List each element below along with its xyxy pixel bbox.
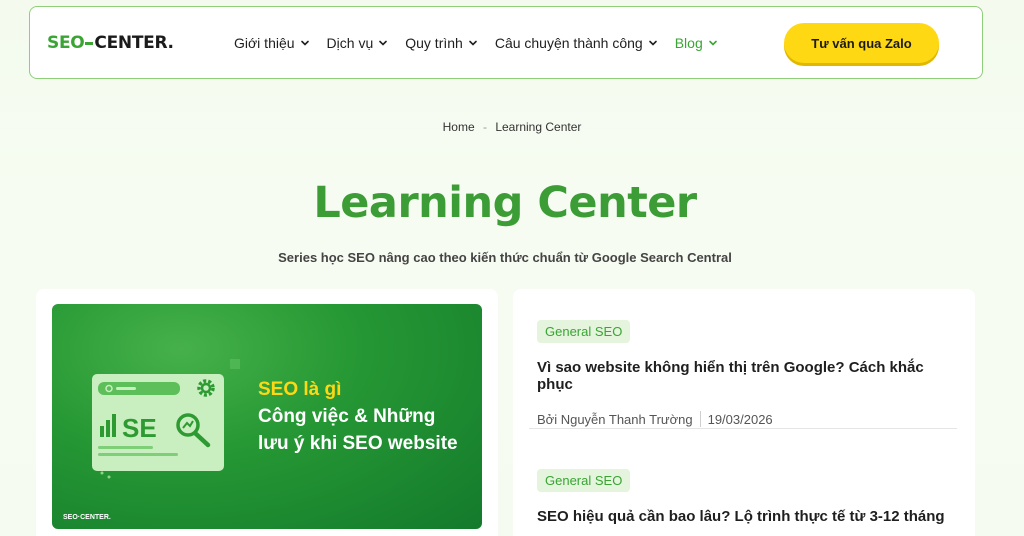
post-title[interactable]: Vì sao website không hiển thị trên Googl…: [537, 359, 957, 393]
nav-label: Câu chuyện thành công: [494, 35, 643, 51]
breadcrumb-home[interactable]: Home: [443, 120, 475, 134]
chevron-down-icon: [469, 40, 477, 46]
breadcrumb-current: Learning Center: [495, 120, 582, 134]
list-item[interactable]: General SEO Vì sao website không hiển th…: [537, 320, 957, 427]
banner-text: lưu ý khi SEO website: [258, 433, 458, 454]
list-item[interactable]: General SEO SEO hiệu quả cần bao lâu? Lộ…: [537, 469, 957, 525]
nav-item-gioi-thieu[interactable]: Giới thiệu: [234, 35, 310, 51]
site-logo[interactable]: SEO CENTER.: [47, 33, 174, 53]
nav-label: Blog: [674, 35, 703, 51]
logo-part-seo: SEO: [47, 33, 85, 53]
page-subtitle: Series học SEO nâng cao theo kiến thức c…: [278, 250, 732, 265]
site-header: SEO CENTER. Giới thiệu Dịch vụ Quy trình…: [29, 6, 983, 79]
post-date: 19/03/2026: [707, 411, 773, 427]
page-title: Learning Center: [313, 178, 697, 228]
post-list-card: General SEO Vì sao website không hiển th…: [513, 289, 975, 536]
chevron-down-icon: [300, 40, 309, 46]
banner-logo: SEO·CENTER.: [63, 514, 111, 521]
nav-label: Dịch vụ: [326, 35, 374, 51]
nav-item-quy-trinh[interactable]: Quy trình: [405, 35, 478, 51]
logo-part-center: CENTER.: [94, 33, 174, 53]
chevron-down-icon: [379, 40, 388, 46]
list-divider: [529, 428, 957, 429]
featured-banner-image[interactable]: SE SEO là gì Công việc & Những lưu ý khi…: [52, 304, 482, 529]
category-tag[interactable]: General SEO: [537, 320, 631, 343]
zalo-consult-button[interactable]: Tư vấn qua Zalo: [784, 23, 939, 63]
banner-heading: SEO là gì: [258, 379, 342, 400]
breadcrumb: Home - Learning Center: [0, 120, 1024, 134]
nav-label: Quy trình: [405, 35, 463, 51]
seo-illustration-icon: SE: [92, 359, 240, 479]
post-title[interactable]: SEO hiệu quả cần bao lâu? Lộ trình thực …: [537, 508, 957, 525]
post-author: Bởi Nguyễn Thanh Trường: [537, 411, 693, 427]
nav-item-dich-vu[interactable]: Dịch vụ: [327, 35, 389, 51]
featured-post-card[interactable]: SE SEO là gì Công việc & Những lưu ý khi…: [36, 289, 498, 536]
nav-item-cau-chuyen[interactable]: Câu chuyện thành công: [495, 35, 658, 51]
svg-text:SE: SE: [122, 413, 157, 443]
meta-divider: [699, 411, 701, 427]
category-tag[interactable]: General SEO: [537, 469, 631, 492]
breadcrumb-separator: -: [482, 120, 487, 134]
logo-dash: [85, 41, 94, 45]
chevron-down-icon: [648, 40, 657, 46]
main-nav: Giới thiệu Dịch vụ Quy trình Câu chuyện …: [234, 35, 735, 51]
post-meta: Bởi Nguyễn Thanh Trường 19/03/2026: [537, 411, 957, 427]
nav-label: Giới thiệu: [234, 35, 295, 51]
banner-text: Công việc & Những: [258, 406, 436, 427]
nav-item-blog[interactable]: Blog: [675, 35, 718, 51]
chevron-down-icon: [708, 40, 717, 46]
